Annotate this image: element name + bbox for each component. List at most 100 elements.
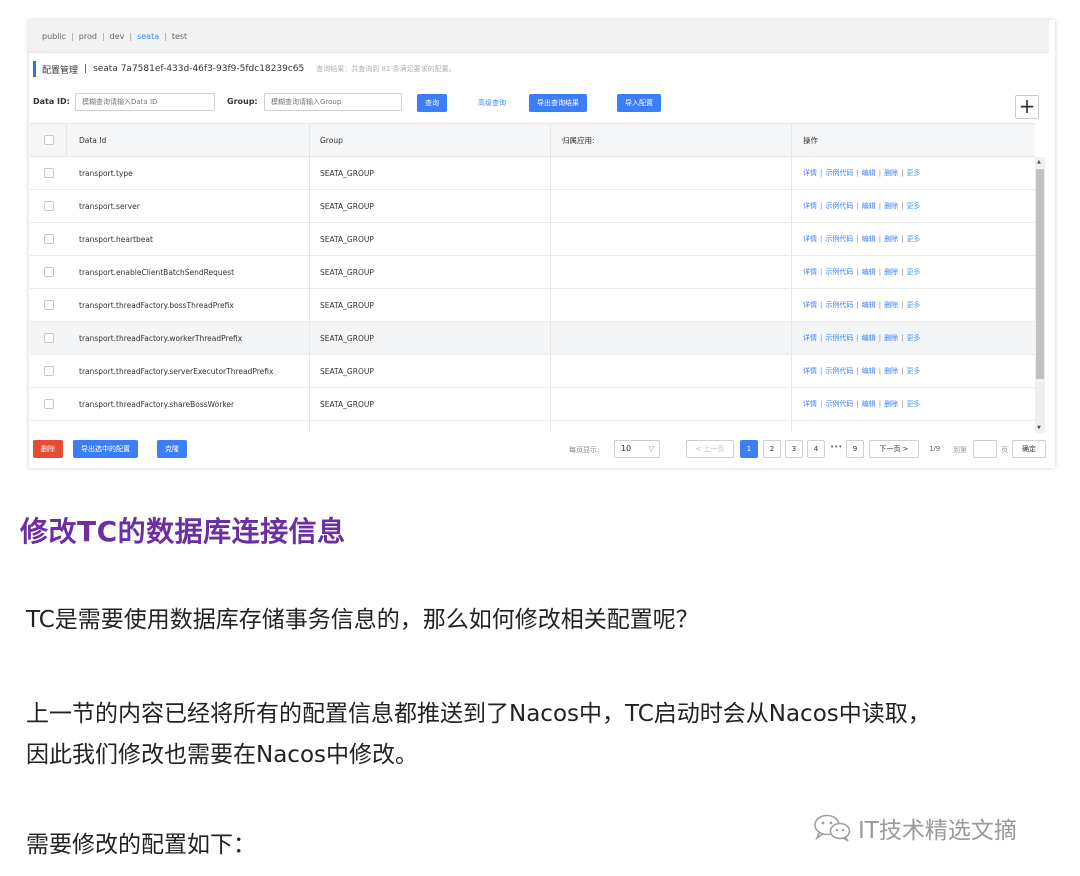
action-separator: | (856, 268, 859, 276)
action-separator: | (901, 169, 904, 177)
action-delete-link[interactable]: 删除 (884, 399, 898, 409)
data-id-input[interactable] (75, 93, 215, 111)
action-more-link[interactable]: 更多 (906, 366, 920, 376)
advanced-query-link[interactable]: 高级查询 (478, 98, 506, 108)
namespace-public[interactable]: public (42, 32, 71, 41)
action-edit-link[interactable]: 编辑 (862, 300, 876, 310)
namespace-test[interactable]: test (172, 32, 192, 41)
add-config-button[interactable]: + (1015, 95, 1039, 119)
scroll-up-arrow-icon[interactable]: ▲ (1037, 159, 1041, 165)
action-delete-link[interactable]: 删除 (884, 300, 898, 310)
column-divider (791, 421, 792, 431)
action-sample-code-link[interactable]: 示例代码 (825, 168, 853, 178)
column-header-data-id[interactable]: Data Id (79, 124, 106, 156)
namespace-seata[interactable]: seata (137, 32, 164, 41)
action-detail-link[interactable]: 详情 (803, 366, 817, 376)
action-detail-link[interactable]: 详情 (803, 168, 817, 178)
row-checkbox[interactable] (44, 267, 54, 277)
delete-button[interactable]: 删除 (33, 440, 63, 458)
action-detail-link[interactable]: 详情 (803, 300, 817, 310)
page-size-select[interactable]: 10 ▽ (614, 440, 660, 458)
row-checkbox[interactable] (44, 366, 54, 376)
column-header-group[interactable]: Group (320, 124, 343, 156)
action-more-link[interactable]: 更多 (906, 234, 920, 244)
column-header-app[interactable]: 归属应用: (562, 124, 595, 156)
action-edit-link[interactable]: 编辑 (862, 267, 876, 277)
action-sample-code-link[interactable]: 示例代码 (825, 300, 853, 310)
next-page-button[interactable]: 下一页 > (869, 440, 919, 458)
table-row[interactable]: transport.threadFactory.shareBossWorker S… (30, 388, 1035, 421)
action-more-link[interactable]: 更多 (906, 168, 920, 178)
action-more-link[interactable]: 更多 (906, 201, 920, 211)
action-more-link[interactable]: 更多 (906, 300, 920, 310)
action-more-link[interactable]: 更多 (906, 399, 920, 409)
action-delete-link[interactable]: 删除 (884, 366, 898, 376)
scroll-down-arrow-icon[interactable]: ▼ (1037, 425, 1041, 431)
action-separator: | (901, 400, 904, 408)
page-button-3[interactable]: 3 (785, 440, 803, 458)
table-body: transport.type SEATA_GROUP 详情 | 示例代码 | 编辑 | 删除 | 更… (30, 157, 1035, 431)
action-delete-link[interactable]: 删除 (884, 267, 898, 277)
scrollbar-thumb[interactable] (1036, 169, 1044, 379)
action-detail-link[interactable]: 详情 (803, 333, 817, 343)
title-accent-bar (33, 61, 36, 77)
table-row[interactable]: transport.threadFactory.serverExecutorTh… (30, 355, 1035, 388)
action-more-link[interactable]: 更多 (906, 267, 920, 277)
namespace-prod[interactable]: prod (79, 32, 102, 41)
page-button-2[interactable]: 2 (763, 440, 781, 458)
action-sample-code-link[interactable]: 示例代码 (825, 366, 853, 376)
namespace-separator: | (129, 32, 133, 41)
export-selected-button[interactable]: 导出选中的配置 (73, 440, 138, 458)
action-sample-code-link[interactable]: 示例代码 (825, 333, 853, 343)
table-row[interactable]: transport.server SEATA_GROUP 详情 | 示例代码 | 编辑 | 删除… (30, 190, 1035, 223)
row-checkbox[interactable] (44, 234, 54, 244)
action-edit-link[interactable]: 编辑 (862, 201, 876, 211)
action-sample-code-link[interactable]: 示例代码 (825, 399, 853, 409)
namespace-dev[interactable]: dev (110, 32, 130, 41)
page-button-1[interactable]: 1 (740, 440, 758, 458)
action-edit-link[interactable]: 编辑 (862, 333, 876, 343)
action-delete-link[interactable]: 删除 (884, 333, 898, 343)
table-row[interactable]: transport.enableClientBatchSendRequest SE… (30, 256, 1035, 289)
import-config-button[interactable]: 导入配置 (617, 94, 661, 112)
prev-page-button[interactable]: < 上一页 (686, 440, 734, 458)
action-detail-link[interactable]: 详情 (803, 234, 817, 244)
select-all-checkbox[interactable] (44, 135, 54, 145)
row-checkbox[interactable] (44, 300, 54, 310)
goto-page-input[interactable] (973, 440, 997, 458)
action-sample-code-link[interactable]: 示例代码 (825, 201, 853, 211)
page-button-9[interactable]: 9 (846, 440, 864, 458)
action-delete-link[interactable]: 删除 (884, 168, 898, 178)
cell-data-id: transport.threadFactory.workerThreadPref… (79, 333, 243, 343)
action-edit-link[interactable]: 编辑 (862, 234, 876, 244)
action-delete-link[interactable]: 删除 (884, 234, 898, 244)
table-row[interactable]: transport.type SEATA_GROUP 详情 | 示例代码 | 编辑 | 删除 | 更… (30, 157, 1035, 190)
query-button[interactable]: 查询 (417, 94, 447, 112)
action-more-link[interactable]: 更多 (906, 333, 920, 343)
action-edit-link[interactable]: 编辑 (862, 399, 876, 409)
row-checkbox[interactable] (44, 201, 54, 211)
table-row[interactable]: transport.heartbeat SEATA_GROUP 详情 | 示例代码 | 编辑… (30, 223, 1035, 256)
action-sample-code-link[interactable]: 示例代码 (825, 267, 853, 277)
page-button-4[interactable]: 4 (807, 440, 825, 458)
action-sample-code-link[interactable]: 示例代码 (825, 234, 853, 244)
table-row[interactable]: transport.threadFactory.workerThreadPref… (30, 322, 1035, 355)
row-checkbox-cell (44, 289, 54, 321)
group-input[interactable] (264, 93, 402, 111)
row-checkbox-cell (44, 157, 54, 189)
action-edit-link[interactable]: 编辑 (862, 366, 876, 376)
action-detail-link[interactable]: 详情 (803, 267, 817, 277)
action-delete-link[interactable]: 删除 (884, 201, 898, 211)
row-checkbox[interactable] (44, 168, 54, 178)
clone-button[interactable]: 克隆 (157, 440, 187, 458)
row-checkbox[interactable] (44, 399, 54, 409)
row-checkbox[interactable] (44, 333, 54, 343)
action-edit-link[interactable]: 编辑 (862, 168, 876, 178)
export-results-button[interactable]: 导出查询结果 (529, 94, 587, 112)
table-scrollbar[interactable]: ▲ ▼ (1035, 157, 1045, 433)
table-row[interactable]: transport.threadFactory.bossThreadPrefix… (30, 289, 1035, 322)
confirm-page-button[interactable]: 确定 (1012, 440, 1046, 458)
action-detail-link[interactable]: 详情 (803, 399, 817, 409)
action-detail-link[interactable]: 详情 (803, 201, 817, 211)
action-separator: | (901, 202, 904, 210)
